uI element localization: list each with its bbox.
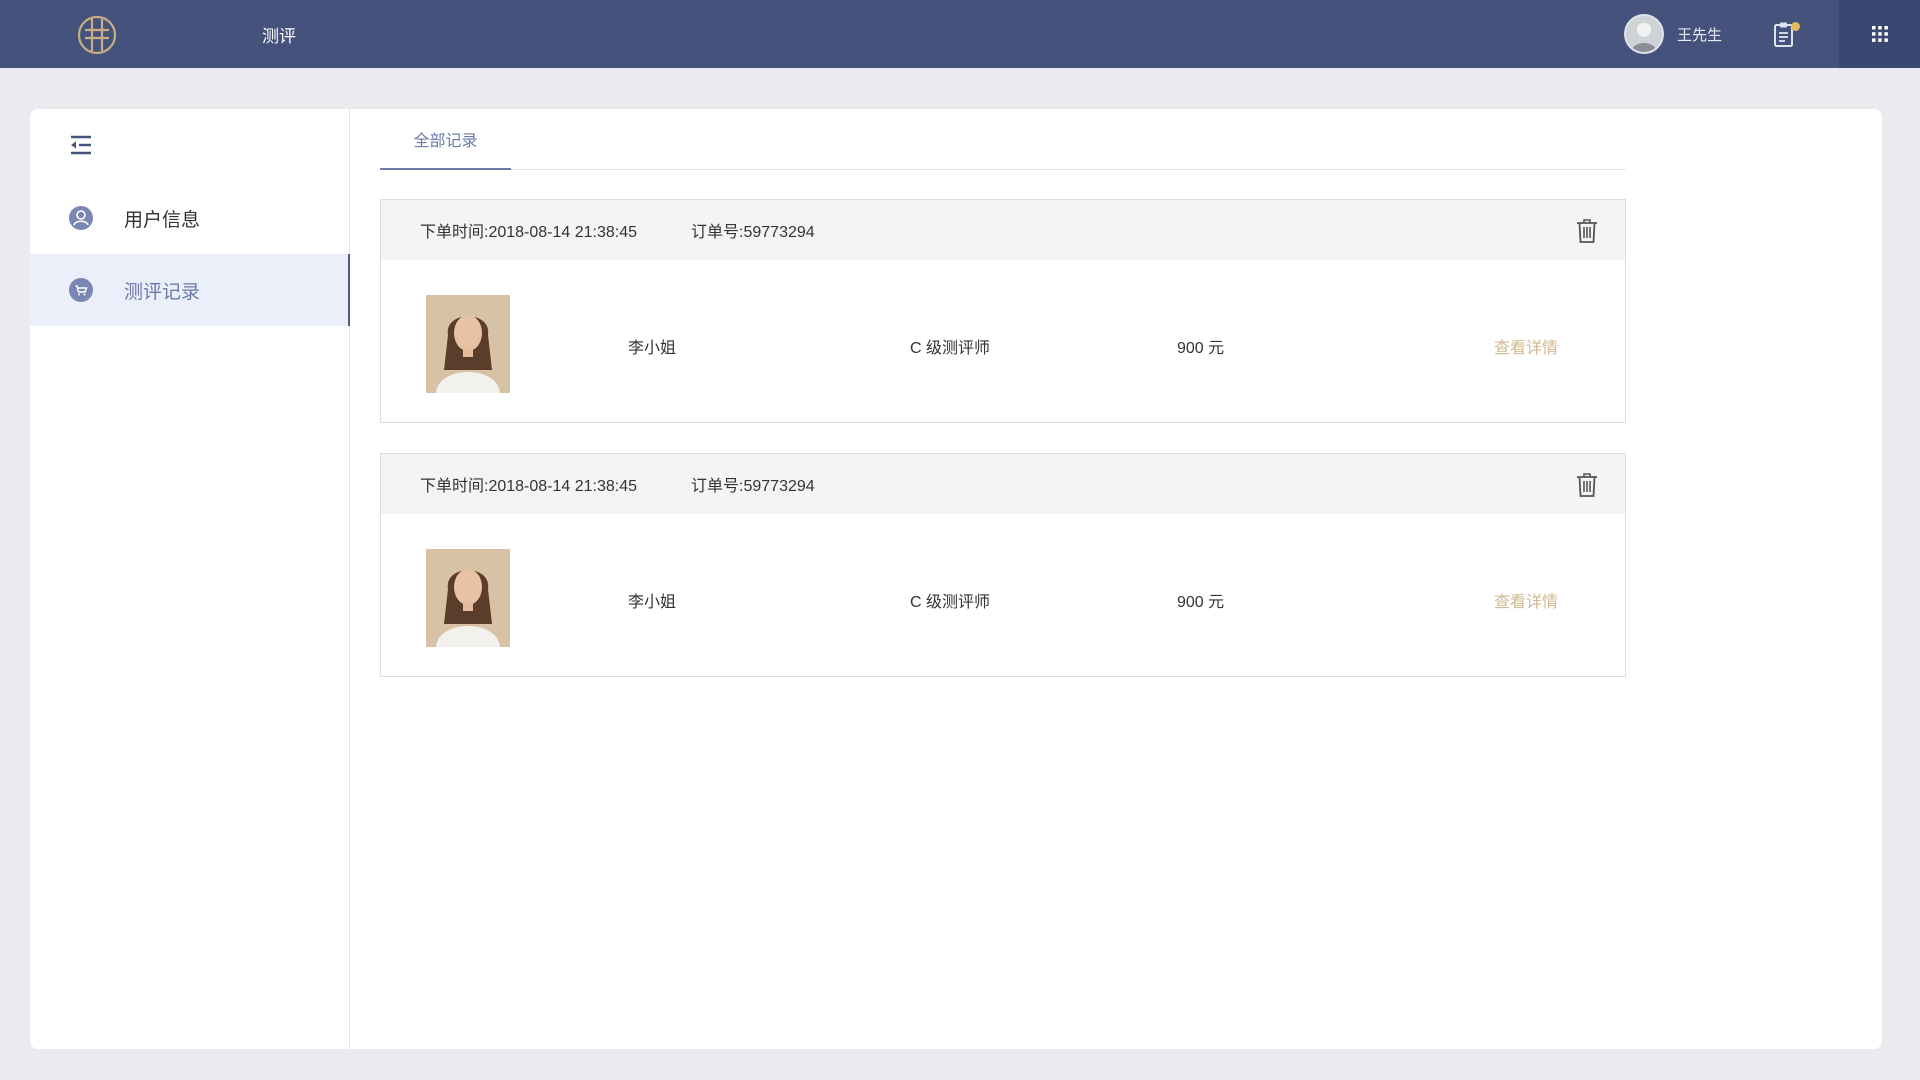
top-bar: 测评 王先生 bbox=[0, 0, 1920, 68]
evaluator-photo bbox=[426, 549, 510, 647]
order-card: 下单时间:2018-08-14 21:38:45 订单号:59773294 李小… bbox=[380, 453, 1626, 677]
tab-bar: 全部记录 bbox=[380, 109, 1626, 170]
sidebar: 用户信息 测评记录 bbox=[30, 109, 350, 1049]
delete-button[interactable] bbox=[1575, 472, 1599, 498]
order-number: 订单号:59773294 bbox=[691, 218, 815, 242]
evaluator-name: 李小姐 bbox=[628, 594, 677, 611]
view-details-link[interactable]: 查看详情 bbox=[1494, 334, 1558, 358]
trash-icon bbox=[1577, 219, 1597, 243]
order-time-label: 下单时间: bbox=[420, 478, 489, 495]
sidebar-item-label: 测评记录 bbox=[124, 281, 201, 303]
evaluator-level: C 级测评师 bbox=[910, 340, 991, 357]
logo-icon[interactable] bbox=[76, 14, 118, 56]
notification-button[interactable] bbox=[1772, 20, 1800, 50]
order-number-value: 59773294 bbox=[743, 224, 815, 241]
order-price: 900 元 bbox=[1177, 594, 1225, 611]
user-icon bbox=[69, 206, 93, 230]
order-number-label: 订单号: bbox=[691, 224, 744, 241]
evaluator-level: C 级测评师 bbox=[910, 594, 991, 611]
cart-icon bbox=[69, 278, 93, 302]
page-title: 测评 bbox=[262, 27, 296, 46]
order-time: 下单时间:2018-08-14 21:38:45 bbox=[420, 472, 637, 496]
trash-icon bbox=[1577, 473, 1597, 497]
order-time-label: 下单时间: bbox=[420, 224, 489, 241]
order-header: 下单时间:2018-08-14 21:38:45 订单号:59773294 bbox=[381, 200, 1625, 260]
view-details-link[interactable]: 查看详情 bbox=[1494, 588, 1558, 612]
content-card: 用户信息 测评记录 全部记录 下单时间:2018-08-14 21:38:45 … bbox=[30, 109, 1882, 1049]
evaluator-name: 李小姐 bbox=[628, 340, 677, 357]
evaluator-photo bbox=[426, 295, 510, 393]
user-name[interactable]: 王先生 bbox=[1677, 24, 1722, 45]
order-number: 订单号:59773294 bbox=[691, 472, 815, 496]
sidebar-item-user-info[interactable]: 用户信息 bbox=[30, 182, 350, 254]
order-card: 下单时间:2018-08-14 21:38:45 订单号:59773294 李小… bbox=[380, 199, 1626, 423]
tab-all-records[interactable]: 全部记录 bbox=[380, 109, 511, 170]
sidebar-item-label: 用户信息 bbox=[124, 209, 201, 231]
order-number-value: 59773294 bbox=[743, 478, 815, 495]
order-header: 下单时间:2018-08-14 21:38:45 订单号:59773294 bbox=[381, 454, 1625, 514]
order-time-value: 2018-08-14 21:38:45 bbox=[488, 224, 638, 241]
notification-badge bbox=[1791, 22, 1800, 31]
delete-button[interactable] bbox=[1575, 218, 1599, 244]
order-number-label: 订单号: bbox=[691, 478, 744, 495]
menu-fold-icon bbox=[71, 135, 91, 155]
grid-icon bbox=[1871, 26, 1888, 42]
order-time-value: 2018-08-14 21:38:45 bbox=[488, 478, 638, 495]
collapse-sidebar-button[interactable] bbox=[68, 132, 94, 158]
sidebar-item-records[interactable]: 测评记录 bbox=[30, 254, 350, 326]
avatar[interactable] bbox=[1624, 14, 1664, 54]
apps-menu-button[interactable] bbox=[1839, 0, 1920, 68]
order-time: 下单时间:2018-08-14 21:38:45 bbox=[420, 218, 637, 242]
order-price: 900 元 bbox=[1177, 340, 1225, 357]
